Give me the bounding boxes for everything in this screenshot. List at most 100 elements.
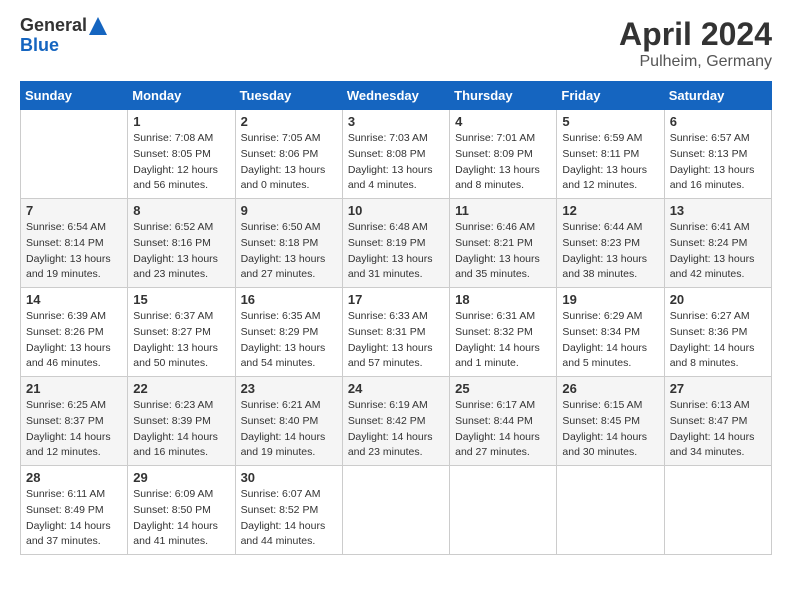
sunrise-text: Sunrise: 6:17 AM — [455, 399, 535, 411]
daylight-text: Daylight: 13 hours and 12 minutes. — [562, 164, 647, 192]
sunset-text: Sunset: 8:32 PM — [455, 326, 533, 338]
day-number: 24 — [348, 381, 444, 396]
sunset-text: Sunset: 8:11 PM — [562, 148, 639, 160]
sunset-text: Sunset: 8:45 PM — [562, 415, 640, 427]
sunrise-text: Sunrise: 7:01 AM — [455, 132, 535, 144]
calendar-cell: 14Sunrise: 6:39 AMSunset: 8:26 PMDayligh… — [21, 288, 128, 377]
day-number: 4 — [455, 114, 551, 129]
sunrise-text: Sunrise: 6:59 AM — [562, 132, 642, 144]
sunrise-text: Sunrise: 6:27 AM — [670, 310, 750, 322]
day-number: 9 — [241, 203, 337, 218]
sunset-text: Sunset: 8:29 PM — [241, 326, 319, 338]
sunset-text: Sunset: 8:09 PM — [455, 148, 533, 160]
sunset-text: Sunset: 8:13 PM — [670, 148, 748, 160]
daylight-text: Daylight: 14 hours and 12 minutes. — [26, 431, 111, 459]
day-number: 22 — [133, 381, 229, 396]
daylight-text: Daylight: 13 hours and 4 minutes. — [348, 164, 433, 192]
calendar-cell: 25 Sunrise: 6:17 AM Sunset: 8:44 PM Dayligh… — [450, 377, 557, 466]
daylight-text: Daylight: 13 hours and 46 minutes. — [26, 342, 111, 370]
day-info: Sunrise: 7:03 AMSunset: 8:08 PMDaylight:… — [348, 131, 444, 194]
sunrise-text: Sunrise: 6:48 AM — [348, 221, 428, 233]
day-info: Sunrise: 7:01 AM Sunset: 8:09 PM Daylight:… — [455, 131, 551, 194]
title-block: April 2024 Pulheim, Germany — [619, 16, 772, 71]
daylight-text: Daylight: 13 hours and 16 minutes. — [670, 164, 755, 192]
calendar-cell: 17Sunrise: 6:33 AMSunset: 8:31 PMDayligh… — [342, 288, 449, 377]
sunset-text: Sunset: 8:40 PM — [241, 415, 319, 427]
daylight-text: Daylight: 13 hours and 50 minutes. — [133, 342, 218, 370]
daylight-text: Daylight: 13 hours and 19 minutes. — [26, 253, 111, 281]
sunrise-text: Sunrise: 6:13 AM — [670, 399, 750, 411]
daylight-text: Daylight: 12 hours and 56 minutes. — [133, 164, 218, 192]
calendar-week-row: 7Sunrise: 6:54 AMSunset: 8:14 PMDaylight… — [21, 199, 772, 288]
calendar-cell: 21 Sunrise: 6:25 AMSunset: 8:37 PMDayligh… — [21, 377, 128, 466]
daylight-text: Daylight: 14 hours and 27 minutes. — [455, 431, 540, 459]
calendar-cell — [664, 466, 771, 555]
sunrise-text: Sunrise: 6:07 AM — [241, 488, 321, 500]
sunrise-text: Sunrise: 6:09 AM — [133, 488, 213, 500]
day-info: Sunrise: 6:57 AM Sunset: 8:13 PM Daylight:… — [670, 131, 766, 194]
day-info: Sunrise: 6:21 AMSunset: 8:40 PMDaylight:… — [241, 398, 337, 461]
sunset-text: Sunset: 8:16 PM — [133, 237, 211, 249]
calendar-cell: 20Sunrise: 6:27 AMSunset: 8:36 PMDayligh… — [664, 288, 771, 377]
day-number: 17 — [348, 292, 444, 307]
sunset-text: Sunset: 8:19 PM — [348, 237, 426, 249]
sunset-text: Sunset: 8:44 PM — [455, 415, 533, 427]
calendar-cell: 2Sunrise: 7:05 AMSunset: 8:06 PMDaylight… — [235, 110, 342, 199]
calendar-cell: 18 Sunrise: 6:31 AMSunset: 8:32 PMDayligh… — [450, 288, 557, 377]
calendar-cell: 27Sunrise: 6:13 AMSunset: 8:47 PMDayligh… — [664, 377, 771, 466]
day-info: Sunrise: 6:13 AMSunset: 8:47 PMDaylight:… — [670, 398, 766, 461]
day-info: Sunrise: 6:19 AMSunset: 8:42 PMDaylight:… — [348, 398, 444, 461]
calendar-cell — [21, 110, 128, 199]
sunset-text: Sunset: 8:06 PM — [241, 148, 319, 160]
day-info: Sunrise: 6:25 AMSunset: 8:37 PMDaylight:… — [26, 398, 122, 461]
calendar-cell: 15Sunrise: 6:37 AMSunset: 8:27 PMDayligh… — [128, 288, 235, 377]
calendar-cell: 4 Sunrise: 7:01 AM Sunset: 8:09 PM Daylight… — [450, 110, 557, 199]
daylight-text: Daylight: 13 hours and 42 minutes. — [670, 253, 755, 281]
sunset-text: Sunset: 8:14 PM — [26, 237, 104, 249]
page-title: April 2024 — [619, 16, 772, 53]
day-number: 29 — [133, 470, 229, 485]
day-number: 25 — [455, 381, 551, 396]
sunrise-text: Sunrise: 6:25 AM — [26, 399, 106, 411]
day-info: Sunrise: 6:31 AMSunset: 8:32 PMDaylight:… — [455, 309, 551, 372]
sunrise-text: Sunrise: 6:44 AM — [562, 221, 642, 233]
calendar-cell: 3Sunrise: 7:03 AMSunset: 8:08 PMDaylight… — [342, 110, 449, 199]
day-number: 21 — [26, 381, 122, 396]
day-info: Sunrise: 6:41 AMSunset: 8:24 PMDaylight:… — [670, 220, 766, 283]
daylight-text: Daylight: 13 hours and 8 minutes. — [455, 164, 540, 192]
day-of-week-header: Saturday — [664, 82, 771, 110]
daylight-text: Daylight: 13 hours and 57 minutes. — [348, 342, 433, 370]
daylight-text: Daylight: 14 hours and 19 minutes. — [241, 431, 326, 459]
daylight-text: Daylight: 13 hours and 54 minutes. — [241, 342, 326, 370]
calendar-cell: 24 Sunrise: 6:19 AMSunset: 8:42 PMDayligh… — [342, 377, 449, 466]
day-info: Sunrise: 6:17 AM Sunset: 8:44 PM Daylight:… — [455, 398, 551, 461]
daylight-text: Daylight: 14 hours and 30 minutes. — [562, 431, 647, 459]
day-number: 18 — [455, 292, 551, 307]
daylight-text: Daylight: 14 hours and 23 minutes. — [348, 431, 433, 459]
logo-triangle-icon — [89, 17, 107, 35]
day-info: Sunrise: 6:27 AMSunset: 8:36 PMDaylight:… — [670, 309, 766, 372]
day-number: 14 — [26, 292, 122, 307]
calendar-header-row: SundayMondayTuesdayWednesdayThursdayFrid… — [21, 82, 772, 110]
day-number: 8 — [133, 203, 229, 218]
sunrise-text: Sunrise: 6:35 AM — [241, 310, 321, 322]
day-info: Sunrise: 6:29 AMSunset: 8:34 PMDaylight:… — [562, 309, 658, 372]
day-number: 16 — [241, 292, 337, 307]
calendar-cell: 26Sunrise: 6:15 AMSunset: 8:45 PMDayligh… — [557, 377, 664, 466]
sunset-text: Sunset: 8:31 PM — [348, 326, 426, 338]
calendar-cell: 13Sunrise: 6:41 AMSunset: 8:24 PMDayligh… — [664, 199, 771, 288]
sunrise-text: Sunrise: 6:57 AM — [670, 132, 750, 144]
calendar-cell: 9Sunrise: 6:50 AMSunset: 8:18 PMDaylight… — [235, 199, 342, 288]
calendar-cell: 19Sunrise: 6:29 AMSunset: 8:34 PMDayligh… — [557, 288, 664, 377]
day-info: Sunrise: 6:46 AMSunset: 8:21 PMDaylight:… — [455, 220, 551, 283]
day-of-week-header: Tuesday — [235, 82, 342, 110]
daylight-text: Daylight: 13 hours and 38 minutes. — [562, 253, 647, 281]
sunset-text: Sunset: 8:49 PM — [26, 504, 104, 516]
calendar-cell: 22Sunrise: 6:23 AMSunset: 8:39 PMDayligh… — [128, 377, 235, 466]
day-number: 12 — [562, 203, 658, 218]
day-number: 10 — [348, 203, 444, 218]
sunset-text: Sunset: 8:24 PM — [670, 237, 748, 249]
daylight-text: Daylight: 14 hours and 37 minutes. — [26, 520, 111, 548]
sunset-text: Sunset: 8:23 PM — [562, 237, 640, 249]
calendar-cell: 29Sunrise: 6:09 AMSunset: 8:50 PMDayligh… — [128, 466, 235, 555]
